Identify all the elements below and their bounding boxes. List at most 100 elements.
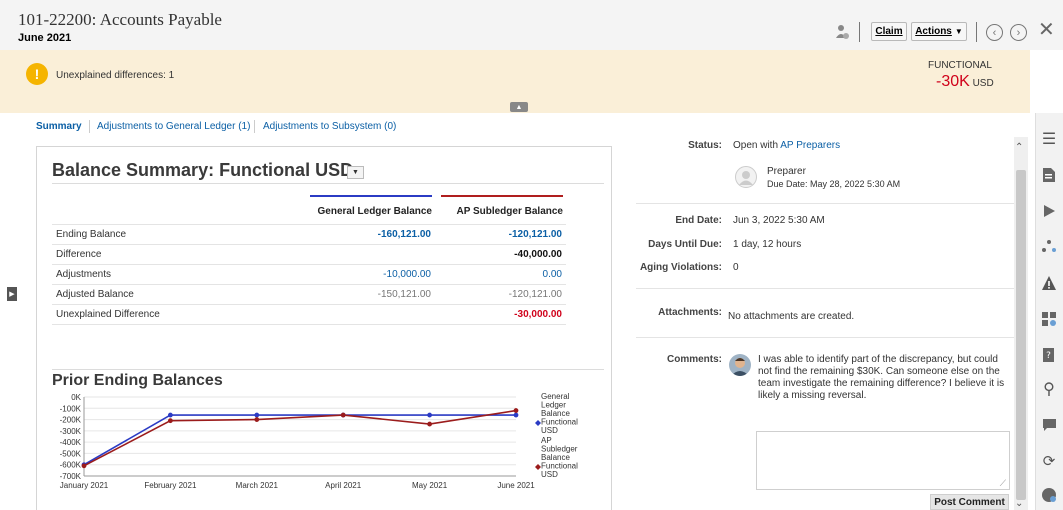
comment-text: I was able to identify part of the discr… (758, 354, 1005, 401)
gl-column-header: General Ledger Balance (317, 206, 433, 217)
x-tick-label: January 2021 (60, 481, 109, 490)
previous-icon[interactable]: ‹ (986, 24, 1003, 41)
attachments-value: No attachments are created. (728, 311, 855, 322)
ap-cell: -40,000.00 (514, 249, 562, 260)
attachment-icon[interactable]: ⚲ (1038, 378, 1060, 400)
balance-summary-title: Balance Summary: Functional USD (52, 160, 354, 180)
banner-amount: -30K USD (936, 73, 994, 91)
post-comment-label: Post Comment (934, 496, 1005, 508)
dashboard-icon[interactable] (1038, 308, 1060, 330)
x-tick-label: May 2021 (412, 481, 448, 490)
table-row-label: Ending Balance (56, 229, 127, 240)
end-date-label: End Date: (675, 215, 722, 226)
list-icon[interactable]: ☰ (1038, 128, 1060, 150)
table-row-label: Adjusted Balance (56, 289, 134, 300)
currency-dropdown-icon[interactable]: ▼ (347, 166, 364, 179)
row-divider (52, 324, 566, 325)
details-divider (636, 337, 1014, 338)
row-divider (52, 224, 566, 225)
table-row-label: Adjustments (56, 269, 112, 280)
data-point (427, 412, 432, 418)
gl-cell[interactable]: -10,000.00 (310, 269, 431, 280)
tab-divider (89, 120, 90, 133)
preparer-avatar (735, 166, 757, 188)
status-label: Status: (688, 140, 722, 151)
claim-label: Claim (875, 26, 903, 37)
banner-type-label: FUNCTIONAL (928, 60, 992, 71)
data-point (81, 463, 87, 469)
comment-icon[interactable] (1038, 414, 1060, 436)
header-divider-2 (976, 22, 977, 42)
status-link[interactable]: AP Preparers (780, 140, 840, 151)
tab-adjustments-gl[interactable]: Adjustments to General Ledger (1) (97, 121, 250, 132)
period-label: June 2021 (18, 32, 72, 44)
gl-column-rule (310, 195, 432, 197)
question-document-icon[interactable]: ? (1038, 344, 1060, 366)
gl-cell[interactable]: -160,121.00 (310, 229, 431, 240)
gl-cell: -150,121.00 (377, 289, 431, 300)
aging-violations-label: Aging Violations: (639, 262, 722, 273)
tab-summary[interactable]: Summary (36, 121, 82, 132)
history-icon[interactable]: ⟳ (1038, 450, 1060, 472)
row-divider (52, 244, 566, 245)
banner-amount-value: -30K (936, 73, 970, 90)
days-until-due-label: Days Until Due: (648, 239, 722, 250)
header-divider (859, 22, 860, 42)
post-comment-button[interactable]: Post Comment (930, 494, 1009, 510)
row-divider (52, 284, 566, 285)
title-rule (52, 183, 604, 184)
ap-cell: -120,121.00 (508, 289, 562, 300)
ap-cell: -30,000.00 (514, 309, 562, 320)
table-row-label: Unexplained Difference (56, 309, 160, 320)
claim-button[interactable]: Claim (871, 22, 907, 41)
y-tick-label: -100K (60, 404, 82, 413)
flag-icon[interactable] (1038, 200, 1060, 222)
ap-column-header: AP Subledger Balance (456, 206, 563, 217)
table-row-label: Difference (56, 249, 102, 260)
end-date-value: Jun 3, 2022 5:30 AM (733, 215, 825, 226)
series-line (83, 414, 516, 466)
prior-balances-chart: 0K -100K -200K -300K -400K -500K -600K -700KJan… (60, 392, 578, 490)
ap-cell[interactable]: 0.00 (441, 269, 562, 280)
next-icon[interactable]: › (1010, 24, 1027, 41)
days-until-due-value: 1 day, 12 hours (733, 239, 802, 250)
workflow-users-icon[interactable] (1038, 236, 1060, 258)
prior-balances-title: Prior Ending Balances (52, 372, 223, 389)
x-tick-label: February 2021 (144, 481, 197, 490)
close-icon[interactable]: ✕ (1038, 20, 1055, 40)
preparer-due-date: Due Date: May 28, 2022 5:30 AM (767, 179, 901, 189)
y-tick-label: -400K (60, 438, 82, 447)
actions-button[interactable]: Actions ▼ (911, 22, 967, 41)
data-point (254, 417, 260, 422)
comments-label: Comments: (666, 354, 722, 365)
scroll-up-icon[interactable]: ⌃ (1015, 142, 1023, 153)
document-icon[interactable] (1038, 164, 1060, 186)
section-rule (52, 369, 604, 370)
y-tick-label: -700K (60, 472, 82, 481)
y-tick-label: -500K (60, 449, 82, 458)
data-point (340, 412, 346, 418)
alert-icon[interactable] (1038, 272, 1060, 294)
info-icon[interactable] (1038, 484, 1060, 506)
commenter-avatar (729, 354, 751, 376)
warning-icon: ! (26, 63, 48, 85)
preparer-role: Preparer (767, 166, 806, 177)
svg-text:?: ? (1046, 351, 1051, 361)
collapse-banner-icon[interactable]: ▲ (510, 102, 528, 112)
assign-user-icon[interactable] (834, 24, 850, 40)
expand-panel-icon[interactable]: ▶ (7, 287, 17, 301)
y-tick-label: -300K (60, 427, 82, 436)
x-tick-label: June 2021 (497, 481, 535, 490)
scrollbar-thumb[interactable] (1016, 170, 1026, 500)
x-tick-label: April 2021 (325, 481, 362, 490)
details-divider (636, 203, 1014, 204)
data-point (513, 408, 519, 413)
data-point (254, 412, 260, 418)
y-tick-label: -200K (60, 416, 82, 425)
scroll-down-icon[interactable]: ⌄ (1015, 498, 1023, 509)
ap-cell[interactable]: -120,121.00 (441, 229, 562, 240)
tab-adjustments-subsystem[interactable]: Adjustments to Subsystem (0) (263, 121, 396, 132)
status-value: Open with AP Preparers (733, 140, 840, 151)
comment-input[interactable]: ⟋ (756, 431, 1010, 490)
data-point (168, 418, 173, 424)
